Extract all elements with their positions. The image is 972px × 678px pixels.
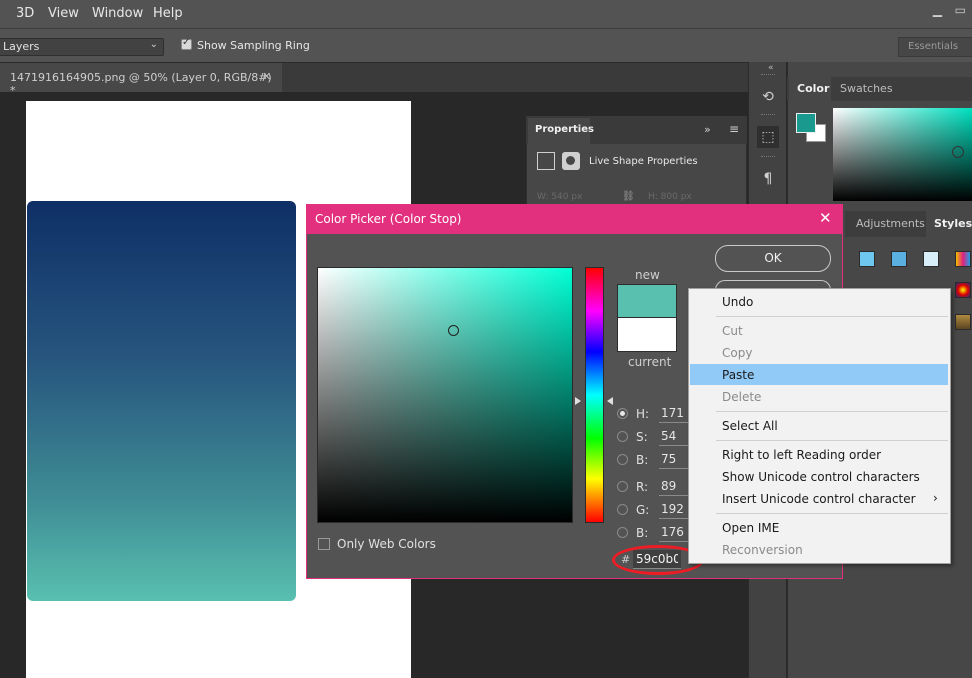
3d-icon[interactable]: ⬚ [757,126,779,148]
menu-item-undo[interactable]: Undo [722,295,753,309]
live-shape-properties-title: Live Shape Properties [589,156,698,167]
hue-label: H: [636,407,650,421]
saturation-label: S: [636,430,648,444]
style-thumb[interactable] [955,251,971,267]
menu-window[interactable]: Window [92,6,143,21]
strip-grip [761,114,775,117]
ok-button[interactable]: OK [715,245,831,272]
paragraph-icon[interactable]: ¶ [757,168,779,190]
menu-separator [716,316,948,317]
minimize-icon[interactable]: ▁ [933,3,942,17]
new-color-swatch [617,284,677,318]
history-icon[interactable]: ⟲ [757,86,779,108]
color-field-marker[interactable] [952,146,964,158]
blue-input[interactable]: 176 [659,525,689,542]
saturation-brightness-field[interactable] [317,267,573,523]
menu-item-copy[interactable]: Copy [722,346,752,360]
panel-menu-icon[interactable]: ≡ [729,122,739,136]
style-thumb[interactable] [955,314,971,330]
tab-properties[interactable]: Properties [528,118,594,144]
hue-slider-left-arrow-icon[interactable] [575,397,581,405]
style-thumb[interactable] [955,282,971,298]
menu-item-insert-unicode[interactable]: Insert Unicode control character [722,492,916,506]
menu-separator [716,440,948,441]
hue-slider-right-arrow-icon[interactable] [607,397,613,405]
green-label: G: [636,503,650,517]
menu-item-open-ime[interactable]: Open IME [722,521,779,535]
strip-grip [761,156,775,159]
tab-adjustments[interactable]: Adjustments [856,217,925,230]
color-panel-field[interactable] [833,108,972,201]
submenu-arrow-icon: › [933,491,938,505]
blue-radio[interactable] [617,527,628,538]
menu-separator [716,411,948,412]
menu-3d[interactable]: 3D [16,6,34,21]
close-tab-icon[interactable]: ✕ [262,70,271,83]
red-label: R: [636,480,649,494]
sample-layers-select[interactable]: Layers ⌄ [0,38,164,56]
blue-label: B: [636,526,649,540]
saturation-input[interactable]: 54 [659,429,689,446]
foreground-color-swatch-front[interactable] [796,113,816,133]
menu-view[interactable]: View [48,6,79,21]
hue-slider[interactable] [585,267,604,523]
height-field[interactable]: H: 800 px [648,192,692,202]
maximize-icon[interactable]: ▭ [955,3,966,17]
tab-color[interactable]: Color [789,77,831,101]
menu-help[interactable]: Help [153,6,183,21]
new-color-label: new [635,268,660,282]
menu-item-rtl-reading-order[interactable]: Right to left Reading order [722,448,881,462]
sample-layers-value: Layers [3,40,40,53]
gradient-shape[interactable] [27,201,296,601]
menu-item-paste[interactable]: Paste [722,368,754,382]
document-tab-bar: 1471916164905.png @ 50% (Layer 0, RGB/8#… [0,62,748,97]
menu-bar: 3D View Window Help ▁ ▭ [0,0,972,28]
link-icon[interactable]: ⛓ [622,191,635,202]
sampling-ring-label: Show Sampling Ring [197,39,310,52]
current-color-swatch[interactable] [617,318,677,352]
menu-item-delete[interactable]: Delete [722,390,761,404]
options-bar: Layers ⌄ Show Sampling Ring Essentials [0,28,972,62]
document-tab[interactable]: 1471916164905.png @ 50% (Layer 0, RGB/8#… [0,63,282,97]
menu-item-cut[interactable]: Cut [722,324,743,338]
hue-radio[interactable] [617,408,628,419]
style-thumb[interactable] [923,251,939,267]
style-thumb[interactable] [859,251,875,267]
mask-icon[interactable] [562,152,580,170]
style-thumb[interactable] [891,251,907,267]
menu-separator [716,513,948,514]
only-web-colors-label: Only Web Colors [337,537,436,551]
collapse-panels-icon[interactable]: « [768,63,774,73]
tab-swatches[interactable]: Swatches [840,82,893,95]
brightness-radio[interactable] [617,454,628,465]
menu-item-select-all[interactable]: Select All [722,419,778,433]
menu-item-show-unicode[interactable]: Show Unicode control characters [722,470,920,484]
tab-styles[interactable]: Styles [926,211,972,237]
red-input[interactable]: 89 [659,479,689,496]
close-icon[interactable]: ✕ [819,209,832,227]
menu-item-reconversion[interactable]: Reconversion [722,543,803,557]
expand-panel-icon[interactable]: » [704,123,711,136]
sampling-ring-checkbox[interactable] [181,37,192,50]
color-selection-marker[interactable] [448,325,459,336]
red-radio[interactable] [617,481,628,492]
dialog-title: Color Picker (Color Stop) [315,212,462,226]
saturation-radio[interactable] [617,431,628,442]
workspace-select[interactable]: Essentials [898,37,972,57]
hue-input[interactable]: 171 [659,406,689,423]
green-input[interactable]: 192 [659,502,689,519]
brightness-input[interactable]: 75 [659,452,689,469]
green-radio[interactable] [617,504,628,515]
chevron-down-icon: ⌄ [149,39,158,50]
brightness-label: B: [636,453,649,467]
width-field[interactable]: W: 540 px [537,192,582,202]
only-web-colors-checkbox[interactable] [318,538,330,550]
strip-grip [761,74,775,77]
transform-shape-icon[interactable] [537,152,555,170]
current-color-label: current [628,355,672,369]
